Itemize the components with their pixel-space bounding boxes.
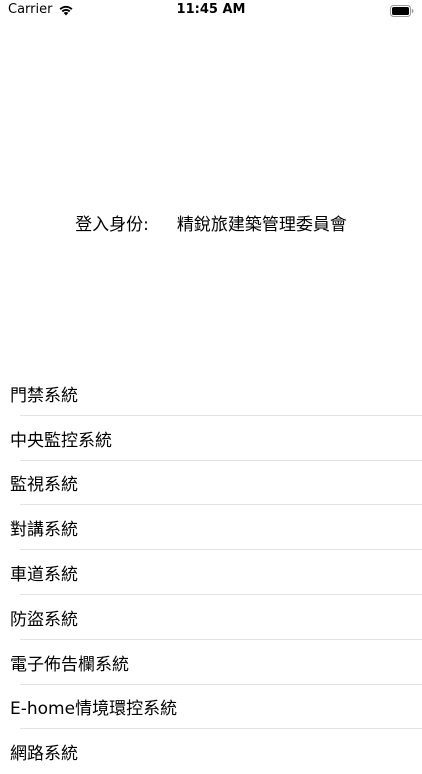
menu-item-driveway[interactable]: 車道系統 <box>0 550 422 595</box>
menu-item-e-home[interactable]: E-home情境環控系統 <box>0 685 422 730</box>
menu-item-label: 網路系統 <box>10 744 78 765</box>
status-time: 11:45 AM <box>176 2 246 17</box>
menu-item-anti-theft[interactable]: 防盜系統 <box>0 595 422 640</box>
identity-value: 精銳旅建築管理委員會 <box>176 214 347 235</box>
battery-icon <box>390 5 414 17</box>
status-bar: Carrier 11:45 AM <box>0 0 422 22</box>
menu-item-label: 中央監控系統 <box>10 430 112 451</box>
identity-label: 登入身份: <box>75 214 149 235</box>
menu-item-intercom[interactable]: 對講系統 <box>0 505 422 551</box>
menu-item-central-monitoring[interactable]: 中央監控系統 <box>0 416 422 461</box>
menu-item-label: E-home情境環控系統 <box>10 699 178 720</box>
menu-item-label: 防盜系統 <box>10 609 78 630</box>
menu-item-label: 門禁系統 <box>10 385 78 406</box>
menu-item-access-control[interactable]: 門禁系統 <box>0 371 422 416</box>
menu-item-label: 車道系統 <box>10 565 78 586</box>
menu-item-bulletin-board[interactable]: 電子佈告欄系統 <box>0 640 422 685</box>
menu-item-label: 電子佈告欄系統 <box>10 654 129 675</box>
menu-item-label: 對講系統 <box>10 520 78 541</box>
menu-item-network[interactable]: 網路系統 <box>0 729 422 774</box>
system-menu-list: 門禁系統 中央監控系統 監視系統 對講系統 車道系統 防盜系統 電子佈告欄系統 … <box>0 371 422 774</box>
login-identity: 登入身份: 精銳旅建築管理委員會 <box>0 211 422 235</box>
menu-item-surveillance[interactable]: 監視系統 <box>0 461 422 506</box>
menu-item-label: 監視系統 <box>10 475 78 496</box>
